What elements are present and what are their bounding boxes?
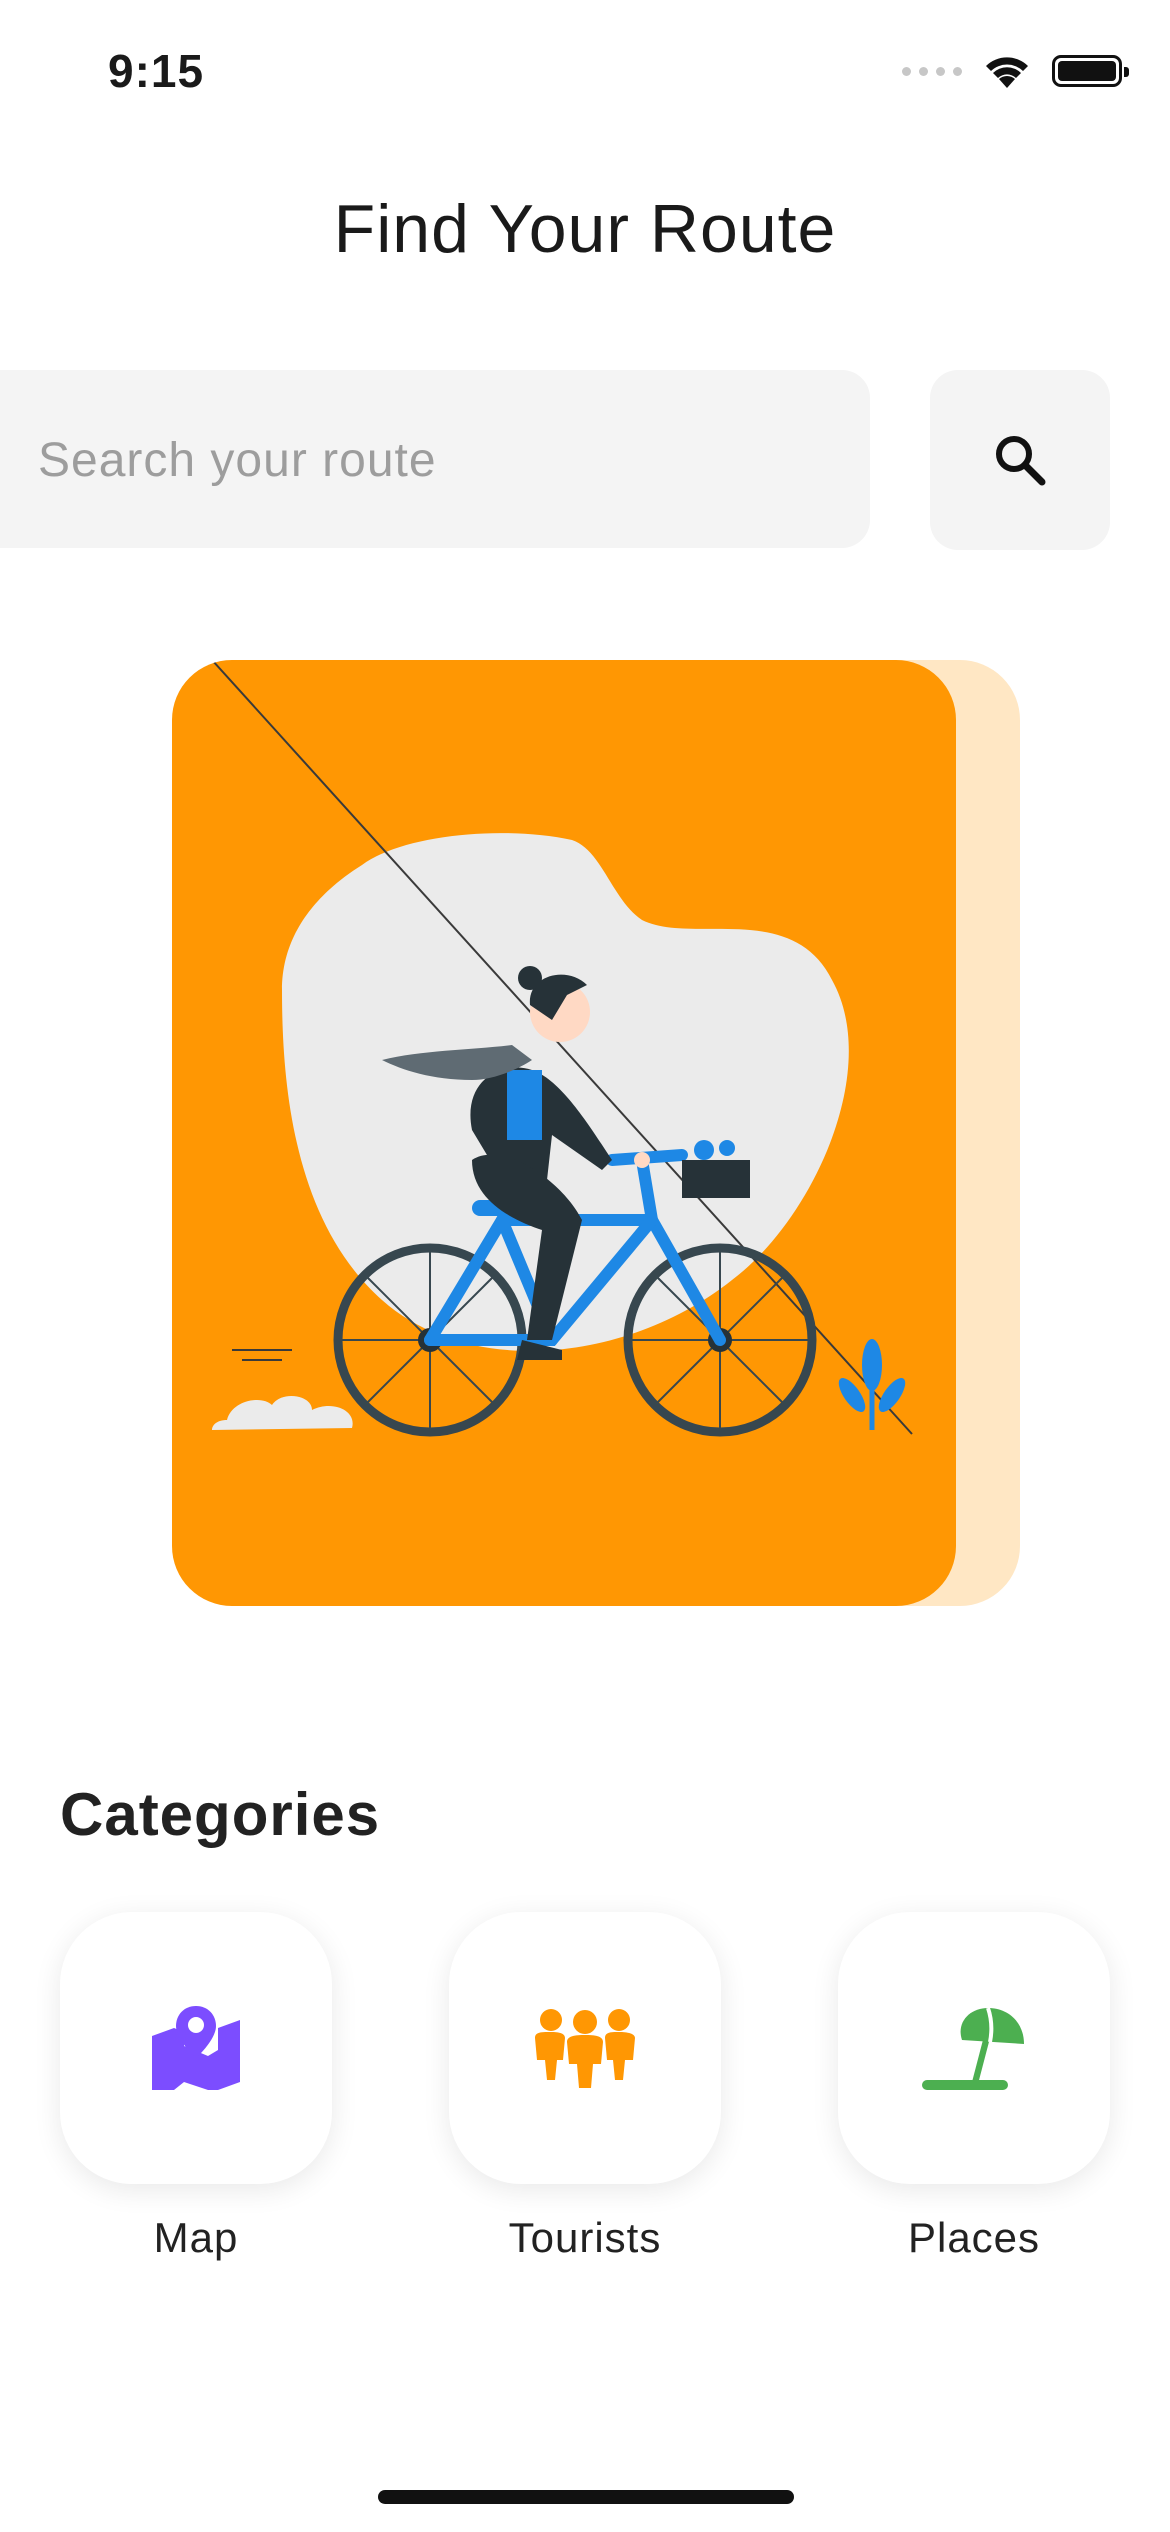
category-places[interactable]: Places	[838, 1912, 1110, 2262]
category-tourists-tile[interactable]	[449, 1912, 721, 2184]
cyclist-illustration	[211, 660, 913, 1437]
search-box[interactable]	[0, 370, 870, 550]
category-places-tile[interactable]	[838, 1912, 1110, 2184]
people-group-icon	[535, 2009, 635, 2088]
category-map[interactable]: Map	[60, 1912, 332, 2262]
category-tourists-label: Tourists	[508, 2214, 662, 2261]
search-input[interactable]	[36, 370, 840, 550]
category-map-label: Map	[153, 2214, 239, 2261]
categories-title: Categories	[60, 1781, 381, 1848]
beach-umbrella-icon	[922, 2007, 1024, 2090]
cellular-signal-icon	[902, 66, 962, 76]
page-title: Find Your Route	[333, 191, 837, 267]
status-time: 9:15	[108, 45, 205, 97]
hero-card[interactable]	[172, 660, 956, 1606]
status-icons	[902, 52, 1129, 90]
map-pin-icon	[152, 2006, 240, 2090]
search-button[interactable]	[930, 370, 1110, 550]
category-places-label: Places	[907, 2214, 1041, 2261]
battery-icon	[1052, 55, 1129, 87]
home-indicator[interactable]	[378, 2490, 794, 2504]
search-icon	[996, 436, 1046, 486]
category-tourists[interactable]: Tourists	[449, 1912, 721, 2262]
category-map-tile[interactable]	[60, 1912, 332, 2184]
wifi-icon	[986, 57, 1028, 88]
